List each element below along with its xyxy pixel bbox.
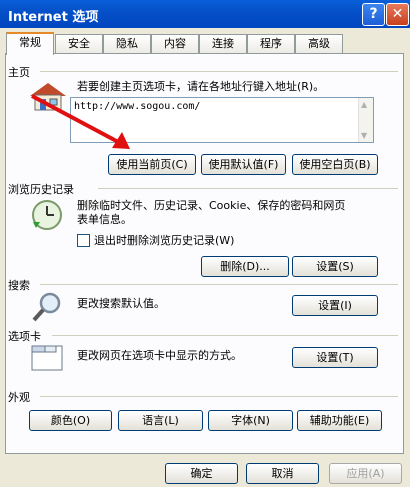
scroll-up-icon[interactable]: ▲ <box>361 100 367 109</box>
history-settings-button[interactable]: 设置(S) <box>292 256 378 277</box>
search-description: 更改搜索默认值。 <box>77 297 165 310</box>
appearance-group-label: 外观 <box>8 391 30 404</box>
home-group-label: 主页 <box>8 66 30 79</box>
history-description-line2: 表单信息。 <box>77 213 132 226</box>
tabs-window-icon <box>31 345 63 371</box>
use-current-page-button[interactable]: 使用当前页(C) <box>108 154 196 175</box>
ok-button[interactable]: 确定 <box>165 463 238 484</box>
search-separator <box>40 284 398 285</box>
history-description-line1: 删除临时文件、历史记录、Cookie、保存的密码和网页 <box>77 199 346 212</box>
cancel-button[interactable]: 取消 <box>246 463 319 484</box>
window-title: Internet 选项 <box>8 10 99 25</box>
appearance-separator <box>40 396 398 397</box>
colors-button[interactable]: 颜色(O) <box>29 410 112 431</box>
tabs-settings-button[interactable]: 设置(T) <box>292 347 378 368</box>
accessibility-button[interactable]: 辅助功能(E) <box>297 410 382 431</box>
apply-button[interactable]: 应用(A) <box>329 463 402 484</box>
history-clock-icon <box>32 200 62 230</box>
delete-on-exit-label[interactable]: 退出时删除浏览历史记录(W) <box>94 234 234 248</box>
tabs-separator <box>52 335 398 336</box>
tab-privacy[interactable]: 隐私 <box>103 34 151 53</box>
tabs-description: 更改网页在选项卡中显示的方式。 <box>77 349 242 362</box>
search-group-label: 搜索 <box>8 279 30 292</box>
tab-programs[interactable]: 程序 <box>247 34 295 53</box>
languages-button[interactable]: 语言(L) <box>118 410 203 431</box>
magnifier-icon <box>32 292 61 322</box>
use-blank-page-button[interactable]: 使用空白页(B) <box>292 154 378 175</box>
tab-connections[interactable]: 连接 <box>199 34 247 53</box>
tab-content[interactable]: 内容 <box>151 34 199 53</box>
textarea-scrollbar[interactable]: ▲ ▼ <box>358 98 373 142</box>
home-separator <box>40 71 398 72</box>
tab-advanced[interactable]: 高级 <box>295 34 343 53</box>
delete-history-button[interactable]: 删除(D)... <box>201 256 289 277</box>
title-bar: Internet 选项 ? ✕ <box>0 0 410 28</box>
fonts-button[interactable]: 字体(N) <box>208 410 293 431</box>
use-default-button[interactable]: 使用默认值(F) <box>201 154 286 175</box>
help-button[interactable]: ? <box>362 3 385 26</box>
tab-security[interactable]: 安全 <box>55 34 103 53</box>
close-button[interactable]: ✕ <box>386 3 409 26</box>
scroll-down-icon[interactable]: ▼ <box>361 131 367 140</box>
history-separator <box>98 188 398 189</box>
search-settings-button[interactable]: 设置(I) <box>292 295 378 316</box>
red-arrow-annotation <box>31 94 130 149</box>
delete-on-exit-checkbox[interactable] <box>77 234 90 247</box>
tab-general[interactable]: 常规 <box>6 32 54 55</box>
history-group-label: 浏览历史记录 <box>8 183 74 196</box>
